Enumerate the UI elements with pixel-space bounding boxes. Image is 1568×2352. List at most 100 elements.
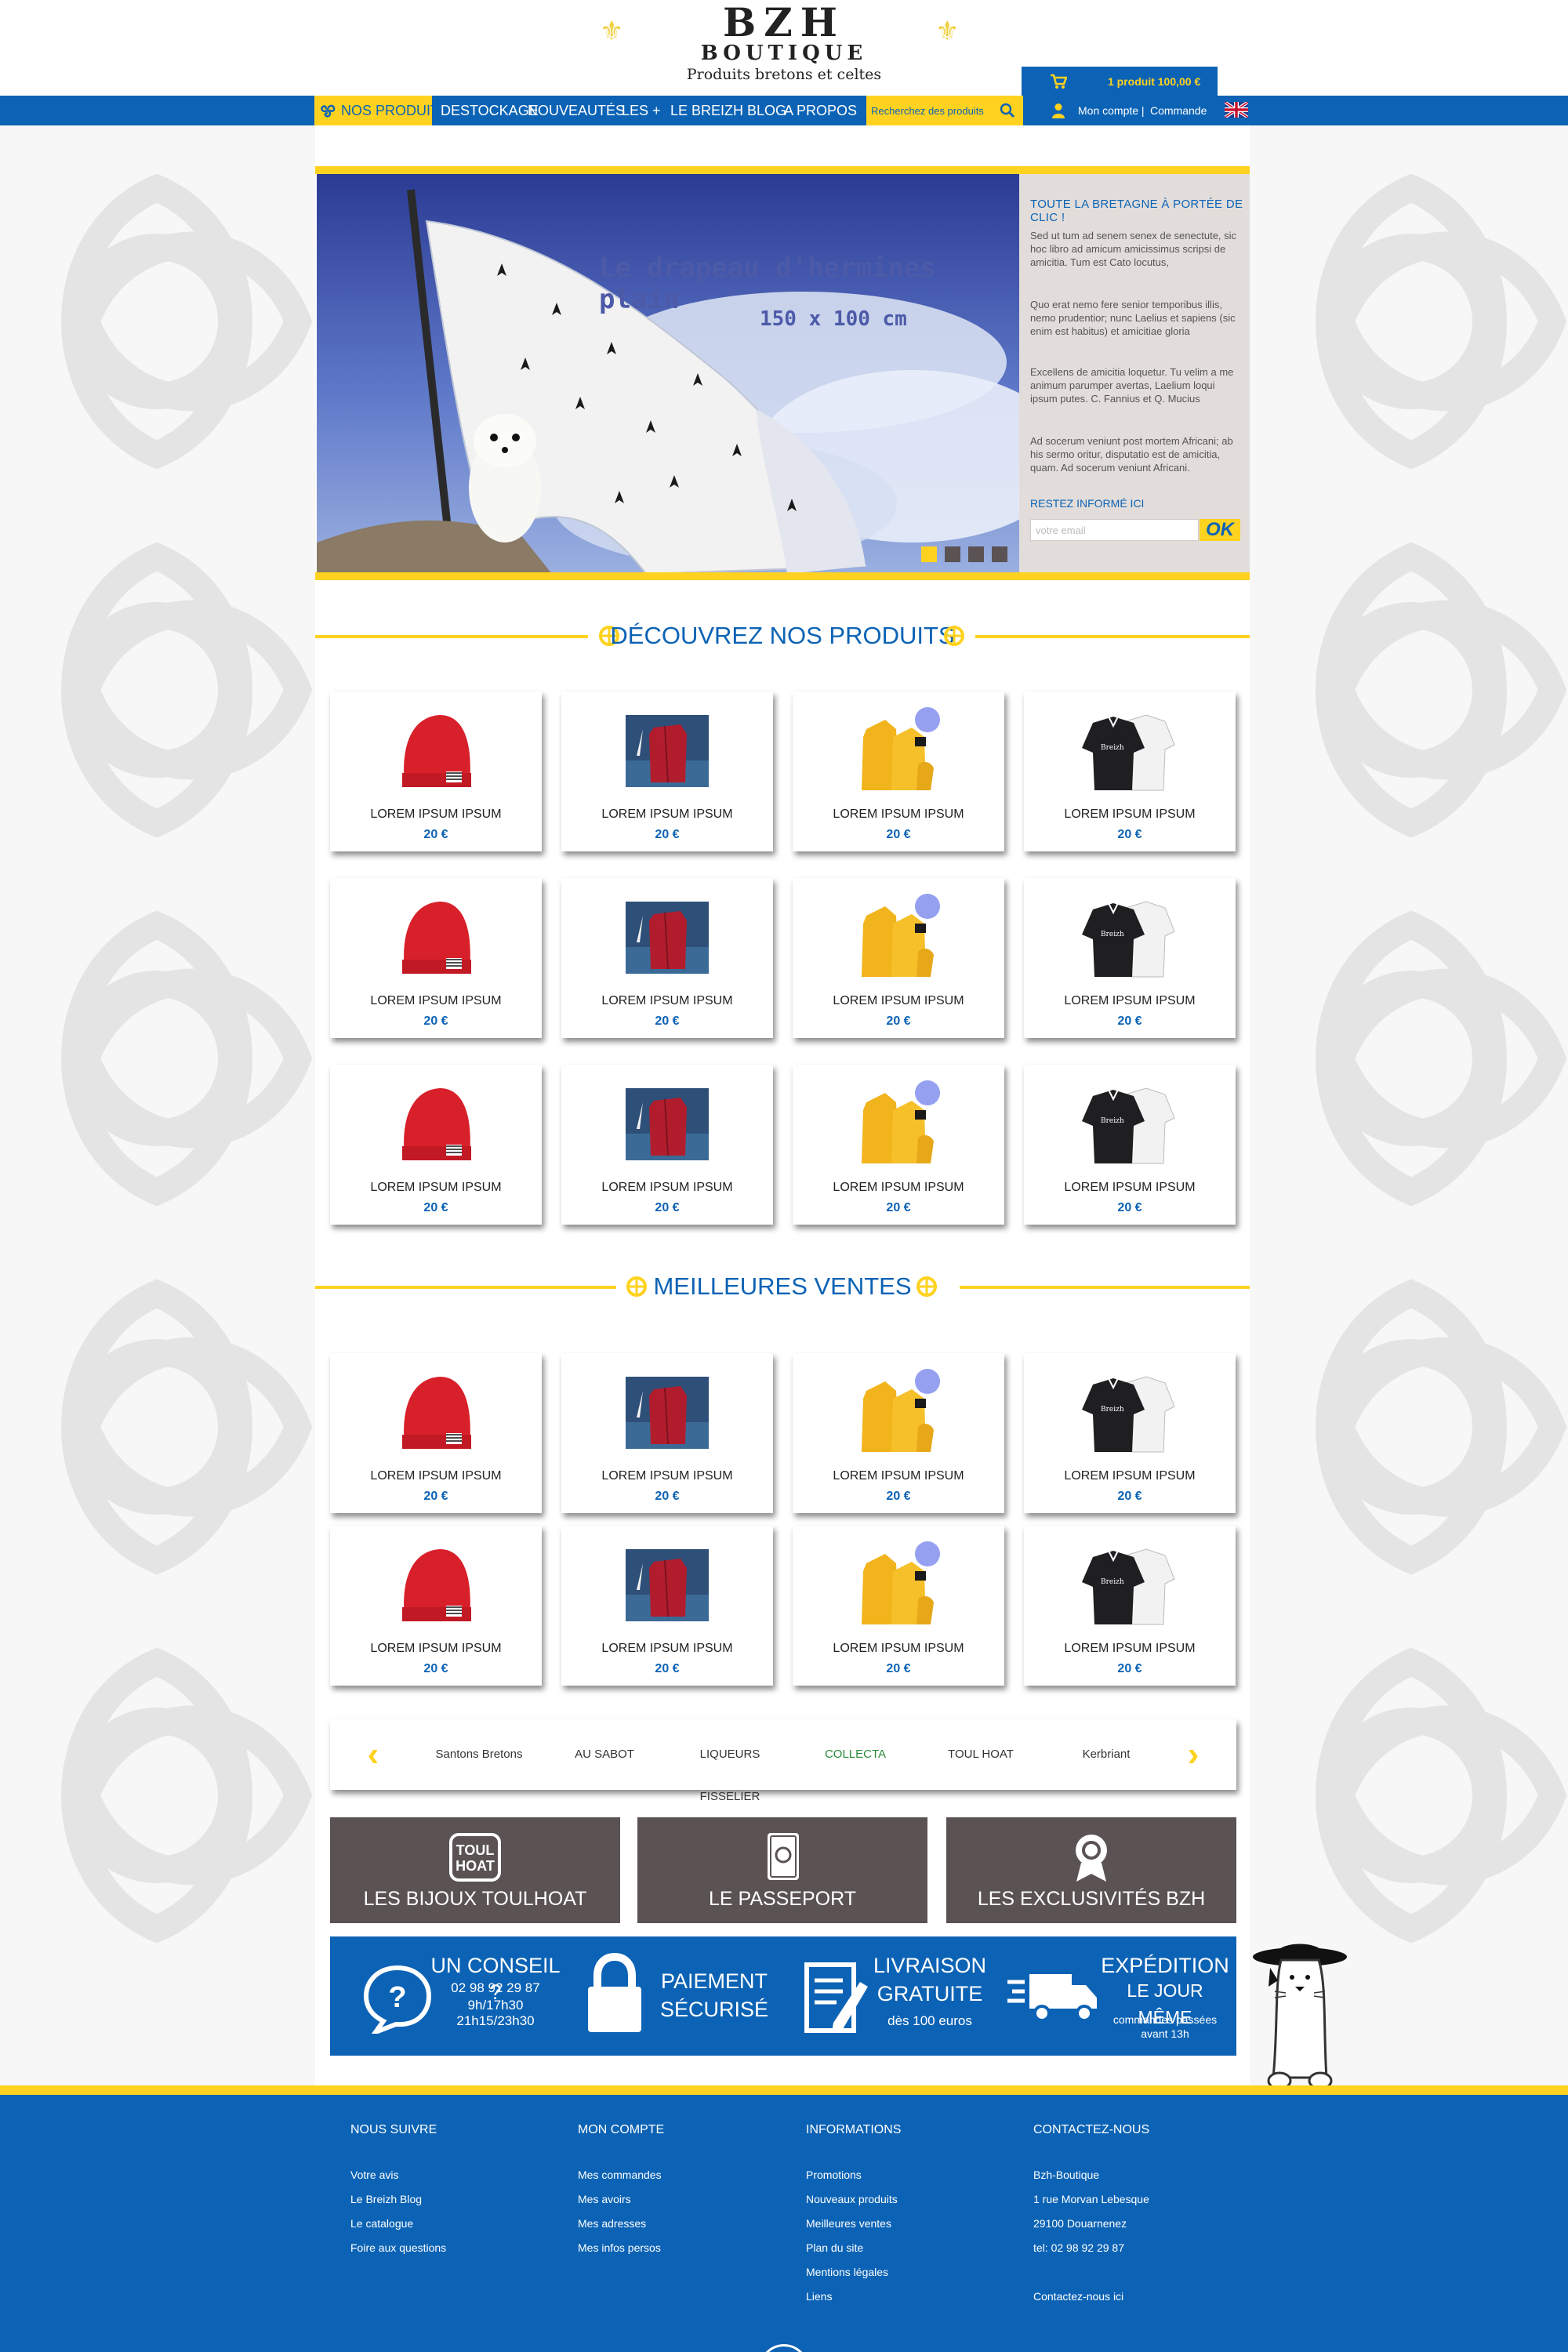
shipping-note: commandes passées xyxy=(1112,2013,1218,2026)
slide-caption: Le drapeau d'hermines plain xyxy=(599,252,936,315)
contact-line: 29100 Douarnenez xyxy=(1033,2217,1127,2230)
nav-plus[interactable]: LES + xyxy=(622,96,661,125)
account-link[interactable]: Mon compte | xyxy=(1078,96,1145,125)
svg-text:Breizh: Breizh xyxy=(1101,1578,1124,1586)
product-price: 20 € xyxy=(655,1201,680,1214)
footer-top-border xyxy=(0,2085,1568,2095)
product-card[interactable]: LOREM IPSUM IPSUM 20 € xyxy=(330,1065,542,1225)
site-logo[interactable]: BZH BOUTIQUE Produits bretons et celtes xyxy=(596,3,972,91)
product-card[interactable]: LOREM IPSUM IPSUM 20 € xyxy=(793,1065,1004,1225)
english-flag-icon[interactable] xyxy=(1225,102,1248,118)
footer-link[interactable]: Liens xyxy=(806,2290,1010,2314)
newsletter-ok-button[interactable]: OK xyxy=(1200,519,1240,541)
product-card[interactable]: LOREM IPSUM IPSUM 20 € xyxy=(561,878,773,1038)
product-card[interactable]: LOREM IPSUM IPSUM 20 € xyxy=(793,1353,1004,1513)
ermine-icon: ⚜ xyxy=(935,16,960,46)
product-card[interactable]: LOREM IPSUM IPSUM 20 € xyxy=(561,1353,773,1513)
product-card[interactable]: LOREM IPSUM IPSUM 20 € xyxy=(793,1526,1004,1686)
brand-logo[interactable]: COLLECTA xyxy=(808,1733,902,1776)
brand-logo[interactable]: Santons Bretons xyxy=(432,1733,526,1776)
footer-link[interactable]: Foire aux questions xyxy=(350,2241,554,2266)
product-price: 20 € xyxy=(655,828,680,841)
red-jacket-sea-image xyxy=(626,902,709,974)
red-beanie-image xyxy=(402,902,471,974)
yellow-raincoat-image xyxy=(862,1541,940,1624)
footer-heading: CONTACTEZ-NOUS xyxy=(1033,2123,1150,2136)
product-card[interactable]: LOREM IPSUM IPSUM 20 € xyxy=(330,691,542,851)
footer-column: INFORMATIONS Promotions Nouveaux produit… xyxy=(806,2123,1010,2314)
product-card[interactable]: LOREM IPSUM IPSUM 20 € xyxy=(561,691,773,851)
site-header: ⚜ BZH BOUTIQUE Produits bretons et celte… xyxy=(0,0,1568,96)
red-jacket-sea-image xyxy=(626,1088,709,1160)
cart-summary[interactable]: 1 produit 100,00 € xyxy=(1022,67,1218,96)
footer-link[interactable]: Mes adresses xyxy=(578,2217,782,2241)
padlock-icon xyxy=(588,1952,641,2032)
nav-about[interactable]: A PROPOS xyxy=(784,96,857,125)
search-icon[interactable] xyxy=(1000,103,1015,118)
product-price: 20 € xyxy=(886,1014,911,1028)
nav-blog[interactable]: LE BREIZH BLOG xyxy=(670,96,786,125)
footer-link[interactable]: Plan du site xyxy=(806,2241,1010,2266)
nav-new[interactable]: NOUVEAUTÉS xyxy=(528,96,625,125)
product-card[interactable]: Breizh LOREM IPSUM IPSUM 20 € xyxy=(1024,878,1236,1038)
nav-products[interactable]: NOS PRODUITS xyxy=(314,96,448,125)
black-polo-shirt-image: Breizh xyxy=(1082,1548,1175,1625)
product-price: 20 € xyxy=(655,1014,680,1028)
panel-paragraph: Ad socerum veniunt post mortem Africani;… xyxy=(1030,435,1233,474)
footer-link[interactable]: Mentions légales xyxy=(806,2266,1010,2290)
footer-link[interactable]: Mes infos persos xyxy=(578,2241,782,2266)
contact-link[interactable]: Contactez-nous ici xyxy=(1033,2290,1237,2314)
slider-dot[interactable] xyxy=(945,546,960,562)
product-card[interactable]: Breizh LOREM IPSUM IPSUM 20 € xyxy=(1024,691,1236,851)
slider-dot[interactable] xyxy=(921,546,937,562)
yellow-raincoat-image xyxy=(862,894,940,977)
product-name: LOREM IPSUM IPSUM xyxy=(601,808,733,821)
product-card[interactable]: LOREM IPSUM IPSUM 20 € xyxy=(330,878,542,1038)
svg-text:Breizh: Breizh xyxy=(1101,744,1124,752)
footer-link[interactable]: Mes avoirs xyxy=(578,2193,782,2217)
footer-link[interactable]: Le Breizh Blog xyxy=(350,2193,554,2217)
order-link[interactable]: Commande xyxy=(1150,96,1207,125)
product-card[interactable]: Breizh LOREM IPSUM IPSUM 20 € xyxy=(1024,1065,1236,1225)
nav-label: NOS PRODUITS xyxy=(341,103,449,118)
brand-logo[interactable]: AU SABOT xyxy=(557,1733,652,1776)
footer-link[interactable]: Le catalogue xyxy=(350,2217,554,2241)
account-area: Mon compte | Commande xyxy=(1047,96,1219,125)
product-card[interactable]: LOREM IPSUM IPSUM 20 € xyxy=(793,691,1004,851)
product-card[interactable]: Breizh LOREM IPSUM IPSUM 20 € xyxy=(1024,1526,1236,1686)
footer-link[interactable]: Mes commandes xyxy=(578,2169,782,2193)
brand-logo[interactable]: Kerbriant xyxy=(1059,1733,1153,1776)
carousel-next-icon[interactable]: › xyxy=(1181,1735,1205,1774)
product-price: 20 € xyxy=(1117,1014,1142,1028)
footer-link[interactable]: Promotions xyxy=(806,2169,1010,2193)
product-card[interactable]: LOREM IPSUM IPSUM 20 € xyxy=(793,878,1004,1038)
search-input[interactable] xyxy=(871,103,996,118)
footer-link[interactable]: Votre avis xyxy=(350,2169,554,2193)
nav-destockage[interactable]: DESTOCKAGE xyxy=(441,96,539,125)
slider-dot[interactable] xyxy=(968,546,984,562)
product-card[interactable]: LOREM IPSUM IPSUM 20 € xyxy=(561,1526,773,1686)
product-name: LOREM IPSUM IPSUM xyxy=(370,1469,502,1483)
product-card[interactable]: LOREM IPSUM IPSUM 20 € xyxy=(330,1526,542,1686)
product-card[interactable]: LOREM IPSUM IPSUM 20 € xyxy=(561,1065,773,1225)
tile-label: LES EXCLUSIVITÉS BZH xyxy=(977,1888,1206,1910)
carousel-prev-icon[interactable]: ‹ xyxy=(361,1735,385,1774)
brand-logo[interactable]: TOUL HOAT xyxy=(934,1733,1028,1776)
footer-link[interactable]: Nouveaux produits xyxy=(806,2193,1010,2217)
brand-logo[interactable]: LIQUEURS FISSELIER xyxy=(683,1733,777,1803)
slider-dot[interactable] xyxy=(992,546,1007,562)
newsletter-email-input[interactable] xyxy=(1030,519,1199,541)
hero-slider[interactable]: Le drapeau d'hermines plain 150 x 100 cm xyxy=(317,174,1019,574)
tile-exclusives[interactable]: LES EXCLUSIVITÉS BZH xyxy=(946,1817,1236,1923)
product-name: LOREM IPSUM IPSUM xyxy=(370,1181,502,1194)
product-card[interactable]: Breizh LOREM IPSUM IPSUM 20 € xyxy=(1024,1353,1236,1513)
product-name: LOREM IPSUM IPSUM xyxy=(833,808,964,821)
product-card[interactable]: LOREM IPSUM IPSUM 20 € xyxy=(330,1353,542,1513)
tile-passport[interactable]: LE PASSEPORT xyxy=(637,1817,927,1923)
footer-link[interactable]: Meilleures ventes xyxy=(806,2217,1010,2241)
cart-text: 1 produit 100,00 € xyxy=(1108,75,1201,88)
tile-label: LE PASSEPORT xyxy=(708,1888,857,1910)
footer-column: CONTACTEZ-NOUS Bzh-Boutique 1 rue Morvan… xyxy=(1033,2123,1237,2314)
product-price: 20 € xyxy=(423,1014,448,1028)
tile-toulhoat[interactable]: TOUL HOAT LES BIJOUX TOULHOAT xyxy=(330,1817,620,1923)
